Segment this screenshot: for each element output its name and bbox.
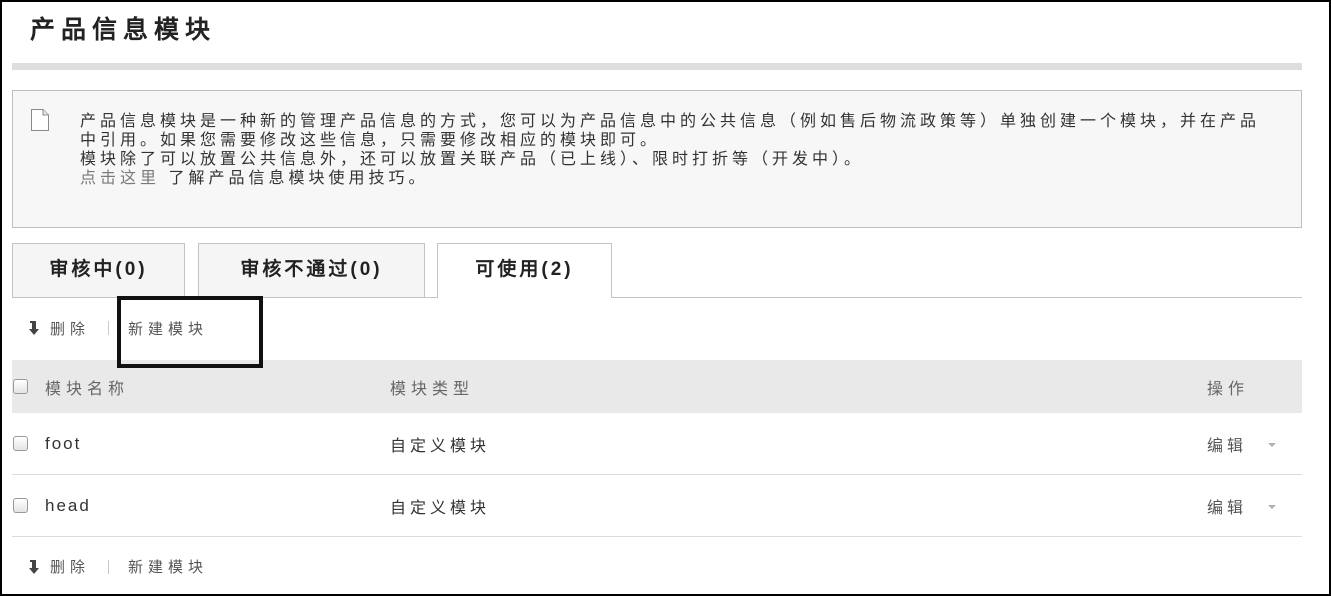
edit-link[interactable]: 编辑 (1207, 475, 1247, 536)
info-line-3: 模块除了可以放置公共信息外，还可以放置关联产品（已上线）、限时打折等（开发中）。 (80, 151, 865, 168)
title-divider (12, 63, 1302, 70)
toolbar-divider (108, 560, 109, 574)
table-header: 模块名称 模块类型 操作 (12, 360, 1302, 413)
table-row: head 自定义模块 编辑 (12, 475, 1302, 537)
tab-label: 可使用(2) (475, 259, 574, 280)
edit-link[interactable]: 编辑 (1207, 413, 1247, 474)
info-tip-text: 了解产品信息模块使用技巧。 (160, 170, 429, 187)
info-text: 产品信息模块是一种新的管理产品信息的方式，您可以为产品信息中的公共信息（例如售后… (80, 112, 1290, 188)
tab-under-review[interactable]: 审核中(0) (12, 243, 185, 297)
delete-label: 删除 (50, 559, 91, 576)
tab-rejected[interactable]: 审核不通过(0) (198, 243, 425, 297)
tab-label: 审核中(0) (49, 259, 148, 280)
new-module-button[interactable]: 新建模块 (128, 539, 208, 594)
toolbar-top: 删除 新建模块 (12, 298, 1302, 358)
module-type: 自定义模块 (390, 499, 491, 517)
column-header-action: 操作 (1207, 380, 1250, 398)
row-checkbox[interactable] (13, 436, 28, 451)
delete-button[interactable]: 删除 (28, 298, 90, 358)
toolbar-bottom: 删除 新建模块 (12, 539, 1302, 594)
column-header-type: 模块类型 (390, 380, 475, 398)
document-icon (30, 108, 50, 132)
module-name: head (45, 495, 91, 515)
module-name: foot (45, 433, 82, 453)
select-all-checkbox[interactable] (13, 379, 28, 394)
info-box: 产品信息模块是一种新的管理产品信息的方式，您可以为产品信息中的公共信息（例如售后… (12, 90, 1302, 228)
tips-link[interactable]: 点击这里 (80, 170, 160, 187)
new-module-button[interactable]: 新建模块 (128, 298, 208, 358)
info-line-1: 产品信息模块是一种新的管理产品信息的方式，您可以为产品信息中的公共信息（例如售后… (80, 113, 1261, 130)
info-tip-line: 点击这里 了解产品信息模块使用技巧。 (80, 169, 1290, 188)
caret-down-icon[interactable] (1268, 443, 1276, 447)
arrow-down-icon (28, 559, 40, 575)
arrow-down-icon (28, 320, 40, 336)
page-title: 产品信息模块 (30, 16, 217, 44)
module-type: 自定义模块 (390, 437, 491, 455)
delete-button[interactable]: 删除 (28, 539, 90, 594)
column-header-name: 模块名称 (45, 380, 130, 398)
page-root: 产品信息模块 产品信息模块是一种新的管理产品信息的方式，您可以为产品信息中的公共… (0, 0, 1331, 596)
table-row: foot 自定义模块 编辑 (12, 413, 1302, 475)
tab-label: 审核不通过(0) (240, 259, 383, 280)
tab-available[interactable]: 可使用(2) (437, 243, 612, 298)
info-line-2: 中引用。如果您需要修改这些信息，只需要修改相应的模块即可。 (80, 132, 661, 149)
caret-down-icon[interactable] (1268, 505, 1276, 509)
row-checkbox[interactable] (13, 498, 28, 513)
toolbar-divider (108, 321, 109, 335)
delete-label: 删除 (50, 320, 91, 338)
